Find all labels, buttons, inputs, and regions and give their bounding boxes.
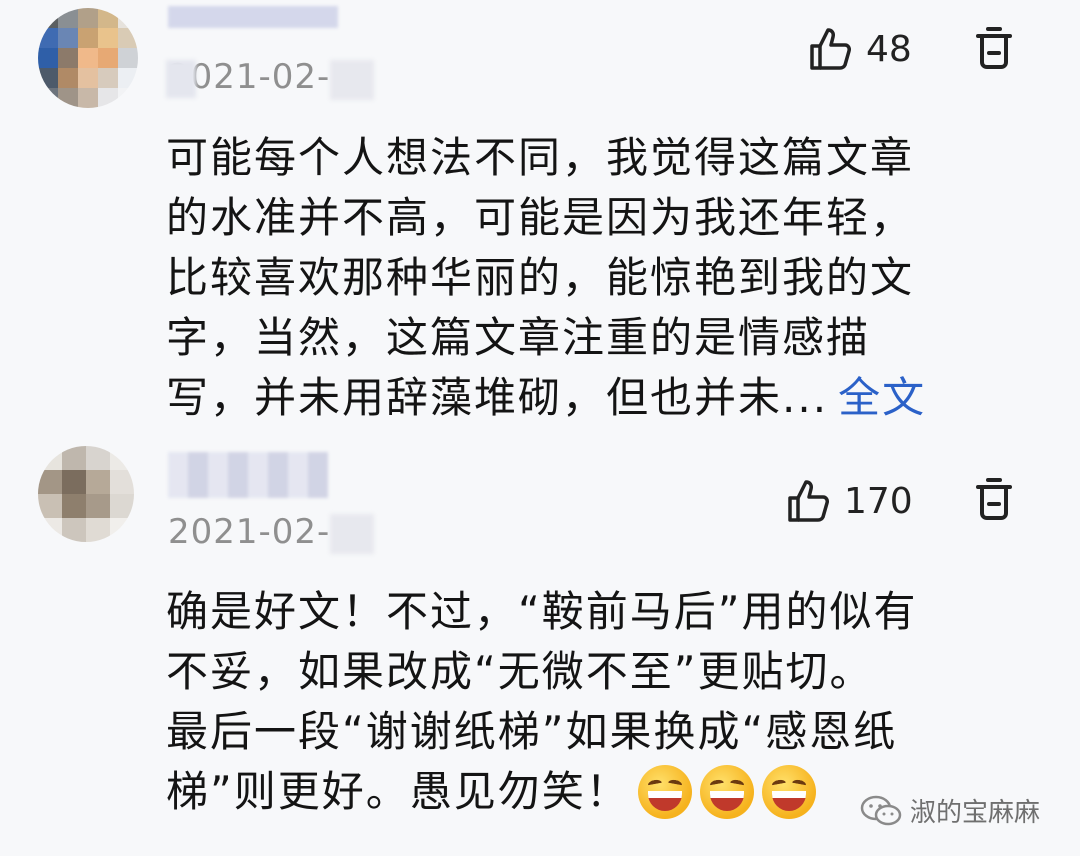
date-blur <box>330 60 374 100</box>
wechat-icon <box>860 795 902 825</box>
date-blur <box>330 514 374 554</box>
comment-date: 2021-02- <box>168 512 331 552</box>
comment-line: 写，并未用辞藻堆砌，但也并未 <box>166 373 783 422</box>
like-count: 48 <box>866 28 912 70</box>
avatar[interactable] <box>38 8 138 108</box>
read-more-link[interactable]: 全文 <box>838 368 926 428</box>
comment-line: 字，当然，这篇文章注重的是情感描 <box>166 313 871 362</box>
like-button[interactable]: 48 <box>808 26 912 72</box>
comment-line: 最后一段“谢谢纸梯”如果换成“感恩纸 <box>166 707 898 756</box>
laughing-emoji-icon <box>637 765 692 819</box>
watermark-text: 淑的宝麻麻 <box>910 798 1041 828</box>
comment-item: 2021-02- 48 可能每个人想法不同，我觉得这篇文章 的水准并不高，可能是… <box>0 0 1080 440</box>
comment-line: 可能每个人想法不同，我觉得这篇文章 <box>166 133 915 182</box>
laughing-emoji-icon <box>761 765 816 819</box>
thumbs-up-icon <box>788 480 829 522</box>
delete-icon[interactable] <box>974 25 1014 71</box>
delete-icon[interactable] <box>974 476 1014 522</box>
comment-text: 确是好文！不过，“鞍前马后”用的似有 不妥，如果改成“无微不至”更贴切。 最后一… <box>166 582 1026 822</box>
comment-line: 确是好文！不过，“鞍前马后”用的似有 <box>166 587 918 636</box>
date-blur <box>166 60 196 98</box>
comment-line: 不妥，如果改成“无微不至”更贴切。 <box>166 647 874 696</box>
thumbs-up-icon <box>810 28 851 70</box>
watermark: 淑的宝麻麻 <box>860 792 1040 829</box>
comment-text: 可能每个人想法不同，我觉得这篇文章 的水准并不高，可能是因为我还年轻， 比较喜欢… <box>166 128 1026 428</box>
username-blurred <box>168 452 328 498</box>
laughing-emoji-icon <box>699 765 754 819</box>
comment-line: 的水准并不高，可能是因为我还年轻， <box>166 193 915 242</box>
ellipsis: ... <box>782 373 829 422</box>
comment-line: 比较喜欢那种华丽的，能惊艳到我的文 <box>166 253 915 302</box>
comment-line: 梯”则更好。愚见勿笑！ <box>166 767 630 816</box>
like-count: 170 <box>844 480 913 522</box>
avatar[interactable] <box>38 446 134 542</box>
username-blurred <box>168 6 338 28</box>
like-button[interactable]: 170 <box>786 478 913 524</box>
